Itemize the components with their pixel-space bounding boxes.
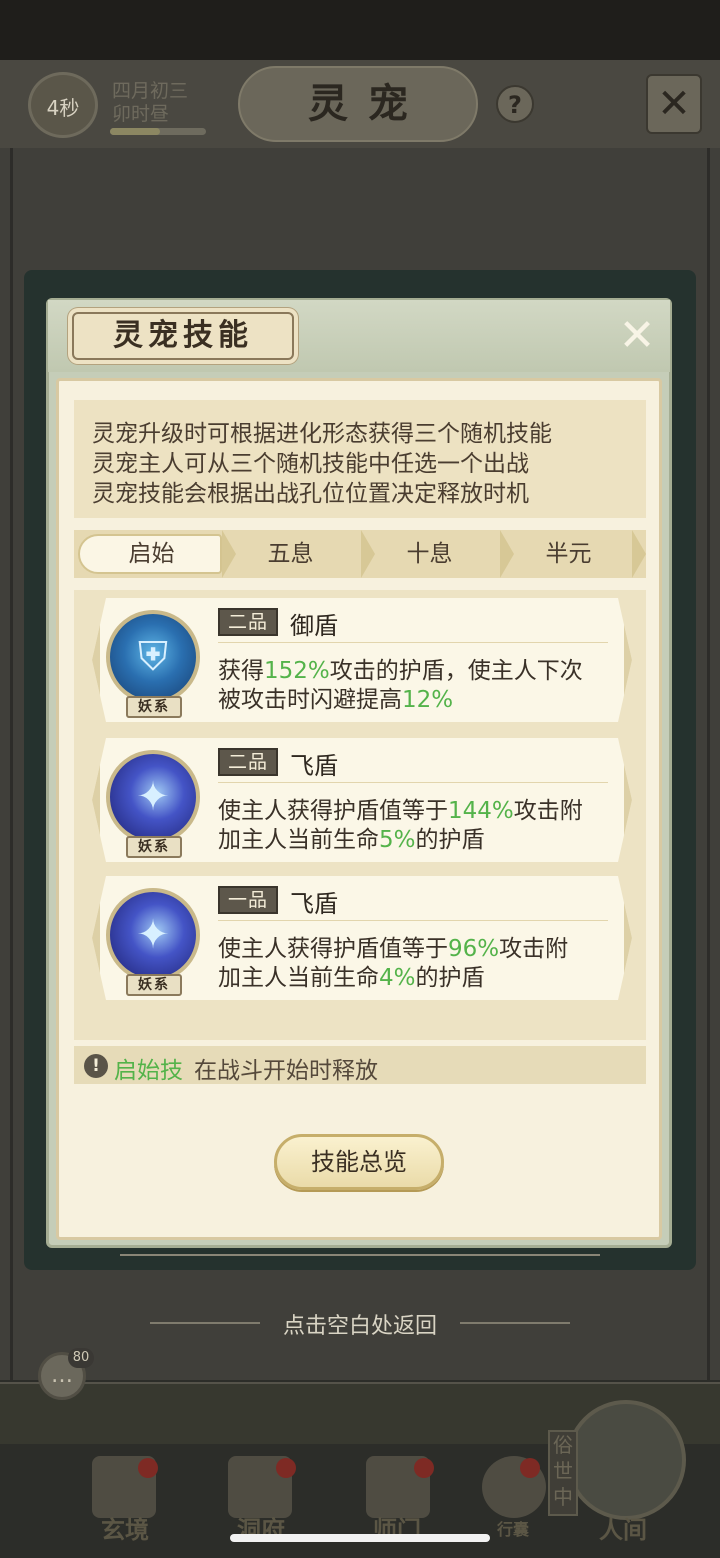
desc-value: 12% (402, 687, 454, 713)
dialog-close-button[interactable]: ✕ (614, 314, 660, 360)
desc-value: 5% (379, 827, 416, 853)
tab-wuxi[interactable]: 五息 (219, 530, 362, 578)
desc-value: 96% (448, 936, 500, 962)
divider (218, 920, 608, 921)
nav-renjian[interactable]: 人间 (568, 1510, 678, 1545)
description-line: 灵宠技能会根据出战孔位位置决定释放时机 (92, 481, 529, 507)
skill-grade-badge: 二品 (218, 608, 278, 636)
chat-count-badge: 80 (68, 1348, 94, 1368)
desc-value: 144% (448, 798, 514, 824)
flying-shield-skill-icon: ✦ (106, 750, 200, 844)
renjian-icon (566, 1400, 686, 1520)
status-bar-area (0, 0, 720, 60)
hint-text: 在战斗开始时释放 (194, 1058, 378, 1084)
swirl-icon: ✦ (136, 774, 170, 820)
shield-icon: ⛨ (138, 634, 168, 680)
time-label: 卯时昼 (112, 103, 170, 125)
skill-grade-badge: 二品 (218, 748, 278, 776)
nav-xuanjing[interactable]: 玄境 (70, 1510, 180, 1545)
desc-text: 攻击的护盾，使主人下次 (329, 658, 583, 684)
skill-type-tag: 妖系 (126, 974, 182, 996)
divider (218, 642, 608, 643)
desc-text: 加主人当前生命 (218, 827, 379, 853)
description-line: 灵宠升级时可根据进化形态获得三个随机技能 (92, 421, 552, 447)
description-line: 灵宠主人可从三个随机技能中任选一个出战 (92, 451, 529, 477)
desc-text: 攻击附 (513, 798, 583, 824)
notification-dot (520, 1458, 540, 1478)
swirl-icon: ✦ (136, 912, 170, 958)
skill-description: 使主人获得护盾值等于96%攻击附加主人当前生命4%的护盾 (218, 935, 618, 993)
desc-text: 的护盾 (415, 965, 485, 991)
skill-overview-button[interactable]: 技能总览 (274, 1134, 444, 1190)
skill-grade-badge: 一品 (218, 886, 278, 914)
help-button[interactable]: ? (496, 85, 534, 123)
info-icon: ! (84, 1054, 108, 1078)
desc-text: 被攻击时闪避提高 (218, 687, 402, 713)
desc-value: 4% (379, 965, 416, 991)
desc-text: 攻击附 (499, 936, 569, 962)
desc-text: 获得 (218, 658, 264, 684)
tap-to-return-hint[interactable]: 点击空白处返回 (0, 1308, 720, 1340)
desc-value: 152% (264, 658, 330, 684)
dialog-title: 灵宠技能 (113, 318, 253, 353)
home-indicator[interactable] (230, 1534, 490, 1542)
tab-banyuan[interactable]: 半元 (497, 530, 640, 578)
notification-dot (138, 1458, 158, 1478)
desc-text: 的护盾 (415, 827, 485, 853)
notification-dot (414, 1458, 434, 1478)
flying-shield-skill-icon: ✦ (106, 888, 200, 982)
desc-text: 加主人当前生命 (218, 965, 379, 991)
skill-name: 飞盾 (290, 752, 338, 780)
divider (218, 782, 608, 783)
notification-dot (276, 1458, 296, 1478)
page-close-button[interactable]: ✕ (646, 74, 702, 134)
page-title: 灵宠 (308, 80, 428, 127)
desc-text: 使主人获得护盾值等于 (218, 936, 448, 962)
skill-name: 御盾 (290, 612, 338, 640)
hint-keyword: 启始技 (114, 1058, 183, 1084)
tab-shixi[interactable]: 十息 (358, 530, 501, 578)
skill-type-tag: 妖系 (126, 696, 182, 718)
dialog-bottom-ornament (120, 1254, 600, 1256)
skill-type-tag: 妖系 (126, 836, 182, 858)
close-icon: ✕ (618, 310, 656, 361)
shield-skill-icon: ⛨ (106, 610, 200, 704)
tab-qishi[interactable]: 启始 (80, 530, 223, 578)
timer-badge: 4秒 (28, 72, 98, 138)
renjian-side-label: 俗世中 (548, 1430, 578, 1516)
skill-name: 飞盾 (290, 890, 338, 918)
time-progress-fill (110, 128, 160, 135)
close-icon: ✕ (657, 81, 691, 127)
chat-bubble-icon: … (51, 1363, 73, 1388)
desc-text: 使主人获得护盾值等于 (218, 798, 448, 824)
skill-description: 获得152%攻击的护盾，使主人下次被攻击时闪避提高12% (218, 657, 618, 715)
skill-description: 使主人获得护盾值等于144%攻击附加主人当前生命5%的护盾 (218, 797, 618, 855)
